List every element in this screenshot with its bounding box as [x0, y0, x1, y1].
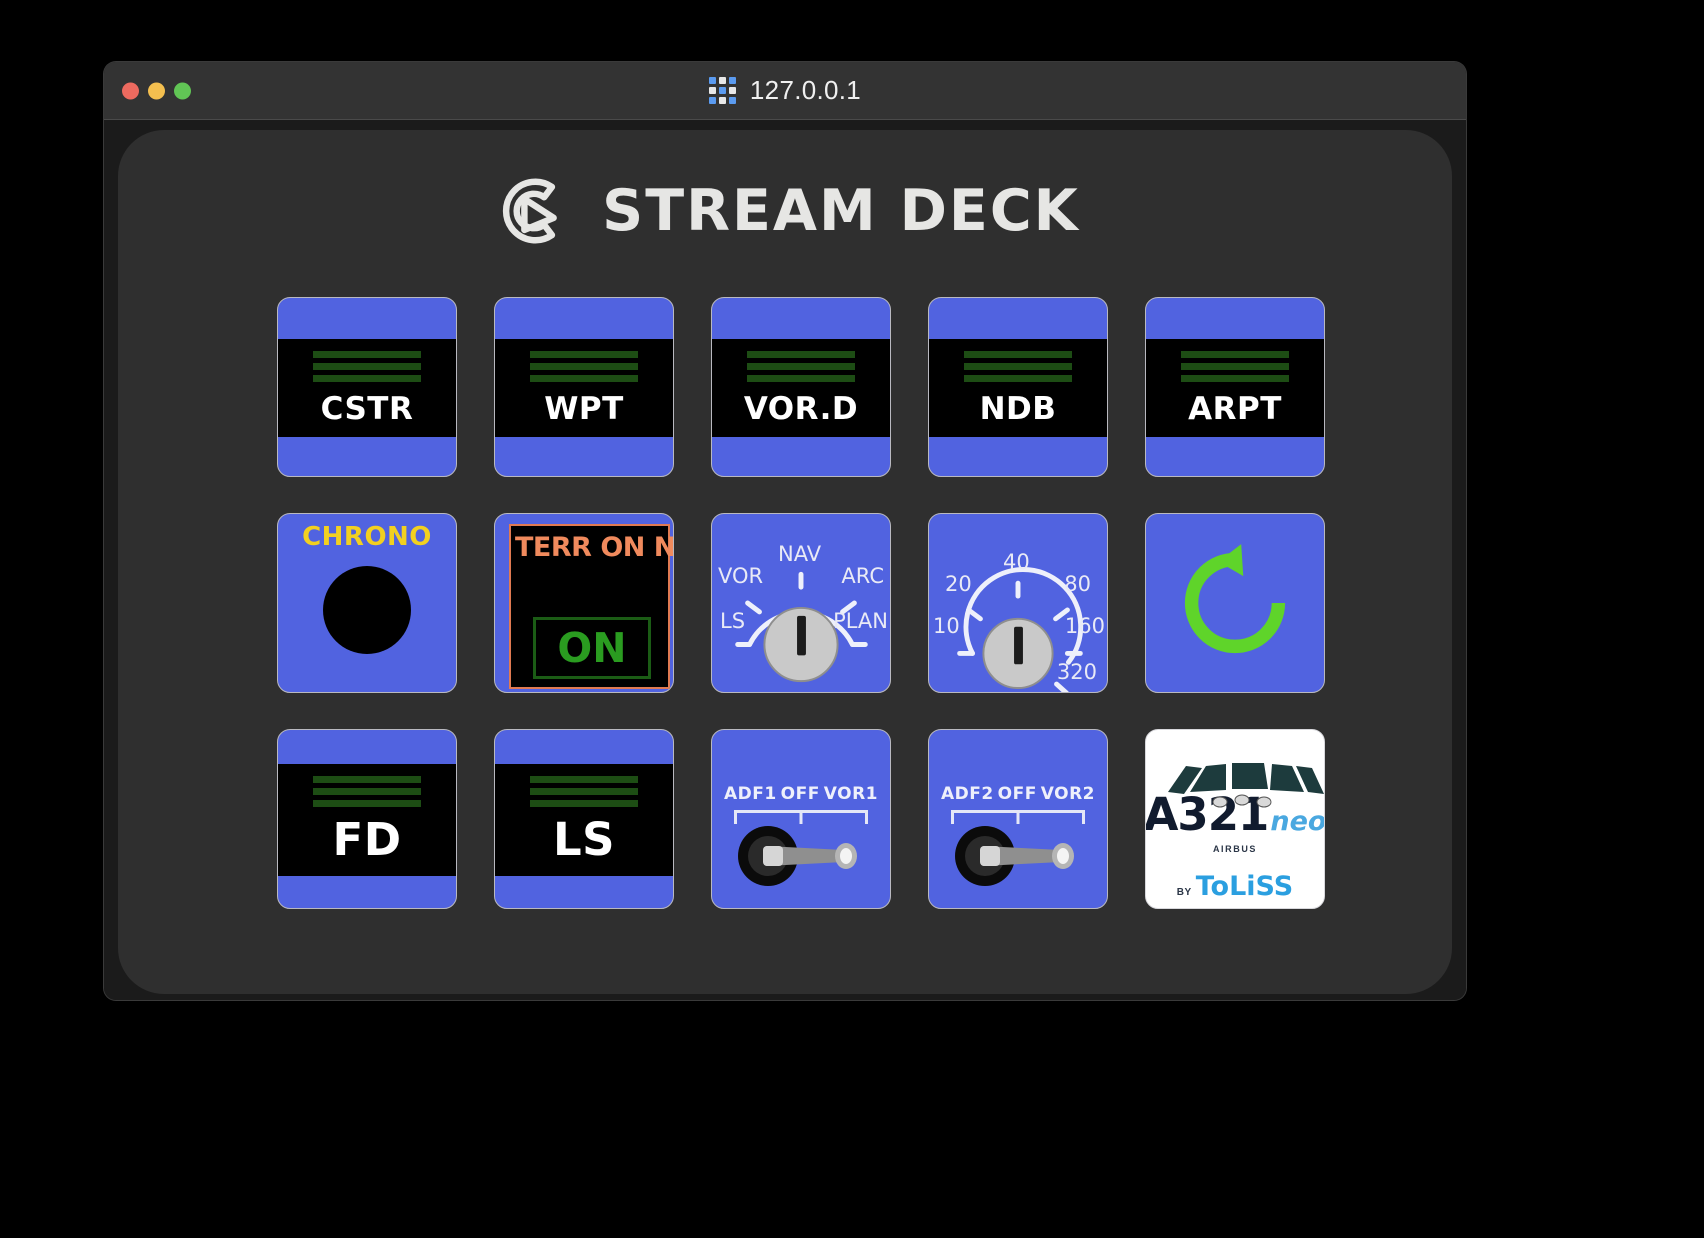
nd-symbol-lines — [964, 351, 1072, 382]
nd-mode-label-nav: NAV — [778, 542, 822, 566]
key-label: CHRONO — [302, 522, 432, 552]
nd-mode-label-plan: PLAN — [833, 609, 888, 633]
nd-symbol-band: FD — [278, 764, 456, 876]
browser-window: 127.0.0.1 STREAM DECK CSTR WPT VOR.D NDB… — [104, 62, 1466, 1000]
streamdeck-brand: STREAM DECK — [118, 130, 1452, 254]
key-cstr[interactable]: CSTR — [277, 297, 457, 477]
grid-icon — [708, 77, 736, 104]
nd-mode-label-ls: LS — [720, 609, 746, 633]
terr-state-badge: ON — [533, 617, 651, 679]
adf2-label-vor2: VOR2 — [1040, 784, 1096, 804]
nd-symbol-lines — [747, 351, 855, 382]
maximize-window-button[interactable] — [174, 82, 191, 99]
nd-range-label-40: 40 — [1003, 550, 1030, 574]
adf1-detent-marks — [734, 810, 868, 824]
nd-symbol-lines — [313, 776, 421, 807]
nd-symbol-band: NDB — [929, 339, 1107, 437]
a321-variant: neo — [1270, 806, 1325, 837]
key-label: NDB — [979, 391, 1057, 427]
nd-symbol-band: LS — [495, 764, 673, 876]
key-ls[interactable]: LS — [494, 729, 674, 909]
terr-display: TERR ON ND ON — [509, 524, 673, 689]
key-label: ARPT — [1188, 391, 1282, 427]
window-title-text: 127.0.0.1 — [749, 75, 862, 105]
a321-developer: ToLiSS — [1195, 871, 1294, 902]
key-nd-range-knob[interactable]: 10 20 40 80 160 320 — [928, 513, 1108, 693]
chrono-indicator-icon — [323, 566, 411, 654]
key-vor-d[interactable]: VOR.D — [711, 297, 891, 477]
adf2-toggle-lever[interactable] — [943, 825, 1093, 887]
nd-symbol-band: WPT — [495, 339, 673, 437]
nd-range-label-20: 20 — [945, 572, 972, 596]
adf1-switch-labels: ADF1 OFF VOR1 — [712, 784, 890, 804]
cockpit-windows-icon — [1168, 763, 1324, 808]
window-title: 127.0.0.1 — [708, 75, 862, 106]
adf1-toggle-lever[interactable] — [726, 825, 876, 887]
nd-range-label-10: 10 — [933, 614, 960, 638]
nd-symbol-lines — [530, 776, 638, 807]
window-body: STREAM DECK CSTR WPT VOR.D NDB ARPT CHRO… — [104, 120, 1466, 1000]
nd-symbol-band: VOR.D — [712, 339, 890, 437]
key-chrono[interactable]: CHRONO — [277, 513, 457, 693]
adf1-label-vor1: VOR1 — [823, 784, 879, 804]
adf2-label-off: OFF — [997, 784, 1037, 804]
a321-by-prefix: BY — [1176, 887, 1192, 898]
nd-mode-knob-face: LS VOR NAV ARC PLAN — [712, 514, 890, 692]
key-ndb[interactable]: NDB — [928, 297, 1108, 477]
key-arpt[interactable]: ARPT — [1145, 297, 1325, 477]
nd-range-label-160: 160 — [1064, 614, 1105, 638]
nd-mode-label-arc: ARC — [841, 564, 884, 588]
nd-mode-label-vor: VOR — [718, 564, 764, 588]
window-traffic-lights — [122, 82, 191, 99]
key-label: WPT — [544, 391, 624, 427]
key-label: VOR.D — [743, 391, 859, 427]
key-label: CSTR — [320, 391, 414, 427]
streamdeck-key-grid: CSTR WPT VOR.D NDB ARPT CHRONO TERR ON N… — [277, 297, 1325, 909]
elgato-logo-icon — [490, 168, 576, 254]
key-refresh[interactable] — [1145, 513, 1325, 693]
adf1-label-adf1: ADF1 — [723, 784, 777, 804]
nd-symbol-band: ARPT — [1146, 339, 1324, 437]
adf1-label-off: OFF — [780, 784, 820, 804]
window-titlebar: 127.0.0.1 — [104, 62, 1466, 120]
adf2-switch-labels: ADF2 OFF VOR2 — [929, 784, 1107, 804]
key-label: LS — [552, 813, 616, 866]
key-fd[interactable]: FD — [277, 729, 457, 909]
nd-symbol-band: CSTR — [278, 339, 456, 437]
nd-range-knob-face: 10 20 40 80 160 320 — [929, 514, 1107, 692]
key-nd-mode-knob[interactable]: LS VOR NAV ARC PLAN — [711, 513, 891, 693]
a321-manufacturer: AIRBUS — [1212, 844, 1258, 854]
key-adf1-switch[interactable]: ADF1 OFF VOR1 — [711, 729, 891, 909]
key-aircraft-logo[interactable]: A321 neo AIRBUS BY ToLiSS — [1145, 729, 1325, 909]
key-wpt[interactable]: WPT — [494, 297, 674, 477]
close-window-button[interactable] — [122, 82, 139, 99]
a321-developer-wrap: BY ToLiSS — [1177, 871, 1293, 902]
key-adf2-switch[interactable]: ADF2 OFF VOR2 — [928, 729, 1108, 909]
adf2-label-adf2: ADF2 — [940, 784, 994, 804]
nd-symbol-lines — [313, 351, 421, 382]
streamdeck-brand-text: STREAM DECK — [602, 178, 1080, 244]
nd-range-label-320: 320 — [1056, 660, 1097, 684]
adf2-detent-marks — [951, 810, 1085, 824]
a321-logo: A321 neo AIRBUS BY ToLiSS — [1146, 730, 1324, 908]
minimize-window-button[interactable] — [148, 82, 165, 99]
key-terr-on-nd[interactable]: TERR ON ND ON — [494, 513, 674, 693]
nd-symbol-lines — [1181, 351, 1289, 382]
refresh-icon — [1146, 514, 1324, 692]
streamdeck-panel: STREAM DECK CSTR WPT VOR.D NDB ARPT CHRO… — [118, 130, 1452, 994]
nd-symbol-lines — [530, 351, 638, 382]
terr-title-label: TERR ON ND — [515, 532, 674, 563]
key-label: FD — [332, 813, 402, 866]
nd-range-label-80: 80 — [1064, 572, 1091, 596]
